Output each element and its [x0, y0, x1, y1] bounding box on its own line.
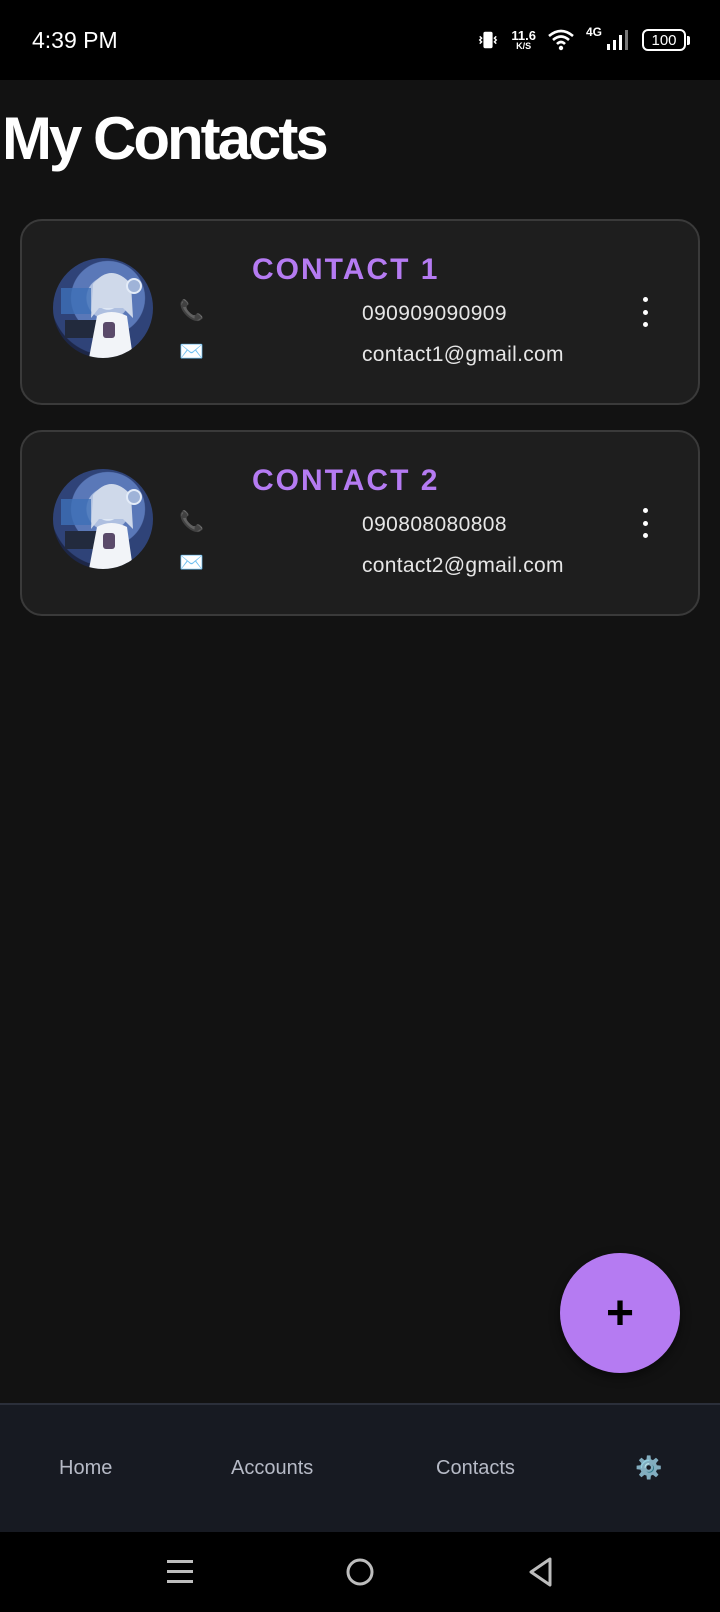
- contact-card[interactable]: CONTACT 1 📞 090909090909 ✉️ contact1@gma…: [20, 219, 700, 405]
- contact-email[interactable]: contact2@gmail.com: [362, 554, 564, 578]
- email-icon: ✉️: [179, 341, 204, 363]
- wifi-icon: [548, 29, 574, 51]
- signal-icon: [607, 30, 628, 50]
- contact-card[interactable]: CONTACT 2 📞 090808080808 ✉️ contact2@gma…: [20, 430, 700, 616]
- battery-icon: 100: [642, 29, 690, 51]
- contact-phone[interactable]: 090909090909: [362, 302, 507, 326]
- contact-avatar: [53, 258, 153, 358]
- contact-name: CONTACT 1: [252, 253, 440, 286]
- email-icon: ✉️: [179, 552, 204, 574]
- avatar-image: [61, 273, 142, 358]
- nav-accounts[interactable]: Accounts: [231, 1457, 313, 1480]
- contact-phone[interactable]: 090808080808: [362, 513, 507, 537]
- add-contact-button[interactable]: +: [560, 1253, 680, 1373]
- settings-gear-icon[interactable]: ⚙️: [635, 1455, 662, 1481]
- more-options-icon[interactable]: [638, 297, 652, 327]
- contact-email[interactable]: contact1@gmail.com: [362, 343, 564, 367]
- network-type: 4G: [585, 25, 602, 39]
- recent-apps-icon[interactable]: [160, 1552, 200, 1592]
- battery-level: 100: [642, 29, 686, 51]
- network-speed: 11.6 K/S: [511, 29, 536, 51]
- home-circle-icon[interactable]: [340, 1552, 380, 1592]
- network-speed-unit: K/S: [516, 41, 532, 51]
- avatar-image: [61, 484, 142, 569]
- bottom-navigation: Home Accounts Contacts ⚙️: [0, 1403, 720, 1532]
- contact-avatar: [53, 469, 153, 569]
- nav-home[interactable]: Home: [59, 1457, 112, 1480]
- phone-icon: 📞: [179, 300, 204, 322]
- system-navigation-bar: [0, 1532, 720, 1612]
- vibrate-icon: [479, 31, 498, 49]
- status-bar: 4:39 PM 11.6 K/S 4G 100: [0, 0, 720, 80]
- phone-icon: 📞: [179, 511, 204, 533]
- contact-name: CONTACT 2: [252, 464, 440, 497]
- more-options-icon[interactable]: [638, 508, 652, 538]
- status-icons: 11.6 K/S 4G 100: [477, 25, 690, 51]
- status-time: 4:39 PM: [32, 26, 118, 53]
- contacts-screen: 4:39 PM 11.6 K/S 4G 100 My Contacts CONT…: [0, 0, 720, 1612]
- nav-contacts[interactable]: Contacts: [436, 1457, 515, 1480]
- plus-icon: +: [605, 1286, 635, 1340]
- page-title: My Contacts: [2, 105, 329, 172]
- back-triangle-icon[interactable]: [520, 1552, 560, 1592]
